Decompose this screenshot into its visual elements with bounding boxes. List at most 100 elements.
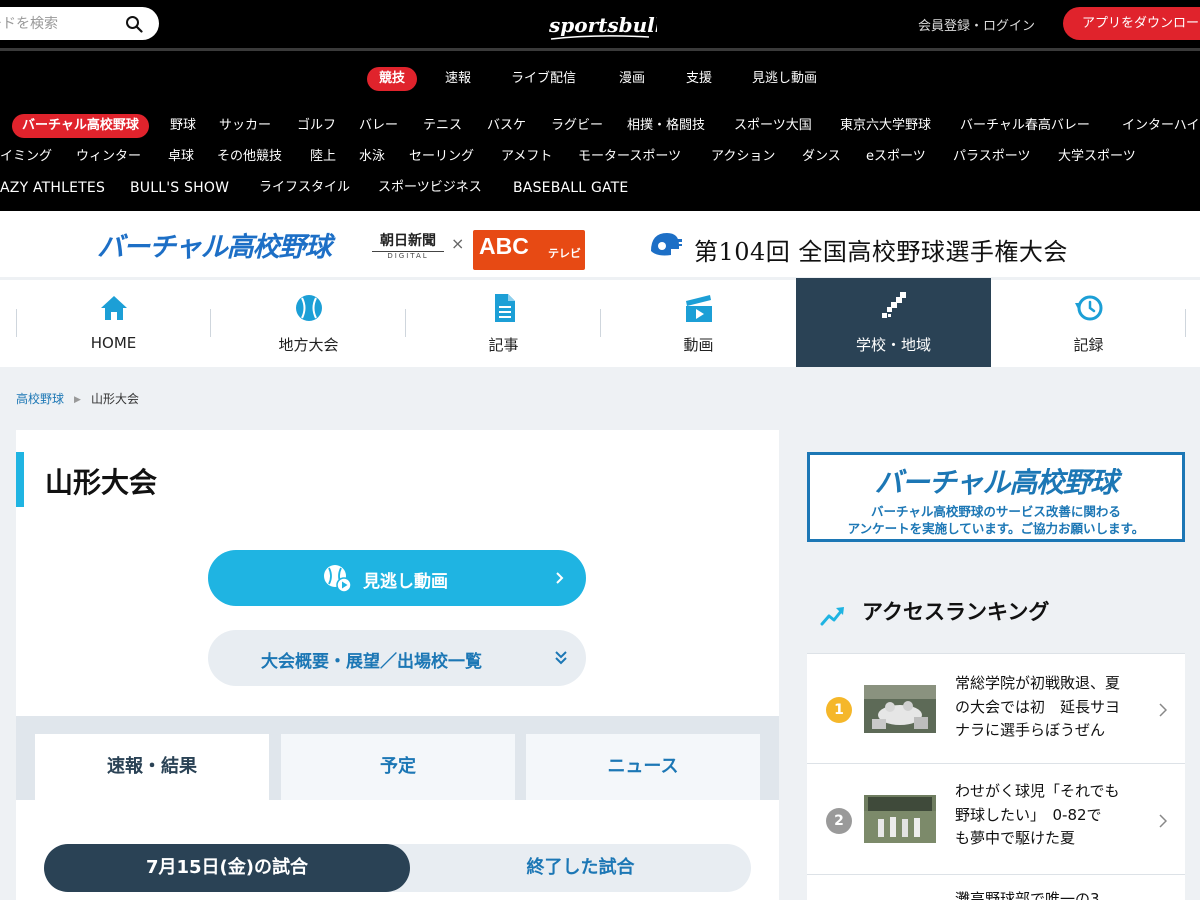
category-tokyo-big6[interactable]: 東京六大学野球 [840,114,931,138]
category-soccer[interactable]: サッカー [219,114,271,138]
home-icon [101,296,127,320]
category-motorsports[interactable]: モータースポーツ [578,145,681,169]
tab-news[interactable]: ニュース [526,734,760,800]
main-nav-item-support[interactable]: 支援 [686,67,712,91]
breadcrumb: 高校野球 ▶ 山形大会 [16,390,139,407]
missed-video-button[interactable]: 見逃し動画 [208,550,586,606]
overview-label: 大会概要・展望／出場校一覧 [261,652,482,672]
ranking-item-line: わせがく球児「それでも [955,782,1120,800]
article-thumbnail [864,685,936,733]
category-bulls-show[interactable]: BULL'S SHOW [130,176,229,200]
main-nav-item-news-flash[interactable]: 速報 [445,67,471,91]
category-rugby[interactable]: ラグビー [551,114,603,138]
tab-schedule[interactable]: 予定 [281,734,515,800]
baseball-play-icon [324,565,352,593]
title-accent-bar [16,452,24,507]
subnav-videos[interactable]: 動画 [601,280,796,367]
main-nav: 競技 速報 ライブ配信 漫画 支援 見逃し動画 [0,51,1200,101]
survey-banner[interactable]: バーチャル高校野球 バーチャル高校野球のサービス改善に関わる アンケートを実施し… [807,452,1185,542]
category-volleyball[interactable]: バレー [359,114,398,138]
category-esports[interactable]: eスポーツ [866,145,926,169]
category-virtual-koshien[interactable]: バーチャル高校野球 [12,114,149,138]
virtual-koshien-logo[interactable]: バーチャル高校野球 [97,225,332,264]
segment-finished-matches[interactable]: 終了した試合 [410,844,751,892]
category-action[interactable]: アクション [711,145,775,169]
category-lifestyle[interactable]: ライフスタイル [259,176,350,200]
subnav-schools-regions[interactable]: 学校・地域 [796,278,991,367]
search-box[interactable] [0,7,159,40]
tournament-panel: 山形大会 見逃し動画 大会概要・展望／出場校一覧 速報・結果 予定 ニュース 7… [16,430,779,900]
category-college-sports[interactable]: 大学スポーツ [1058,145,1136,169]
category-dance[interactable]: ダンス [802,145,841,169]
rank-badge: 2 [826,808,852,834]
category-golf[interactable]: ゴルフ [297,114,336,138]
category-other[interactable]: その他競技 [217,145,282,169]
category-athletics[interactable]: 陸上 [310,145,336,169]
document-icon [495,294,515,322]
top-header: sportsbull 会員登録・ログイン アプリをダウンロード [0,0,1200,48]
category-basketball[interactable]: バスケ [487,114,526,138]
asahi-logo-name: 朝日新聞 [380,233,436,249]
category-winter[interactable]: ウィンター [76,145,141,169]
category-virtual-haruko-volley[interactable]: バーチャル春高バレー [960,114,1090,138]
subnav-records-label: 記録 [1073,336,1104,354]
category-interhigh[interactable]: インターハイ [1122,114,1199,138]
subnav-records[interactable]: 記録 [991,280,1186,367]
subnav-separator [1185,309,1186,337]
category-table-tennis[interactable]: 卓球 [168,145,194,169]
category-sailing[interactable]: セーリング [409,145,474,169]
survey-banner-line2: アンケートを実施しています。ご協力お願いします。 [847,521,1145,536]
article-thumbnail [864,795,936,843]
breadcrumb-parent-link[interactable]: 高校野球 [16,392,64,406]
category-sumo-martial[interactable]: 相撲・格闘技 [627,114,705,138]
ranking-item-line: 常総学院が初戦敗退、夏 [955,674,1121,692]
category-para-sports[interactable]: パラスポーツ [953,145,1030,169]
subnav-home[interactable]: HOME [16,280,211,367]
search-icon[interactable] [125,15,143,33]
ranking-item-line: 野球したい」 0-82で [955,805,1102,824]
main-nav-item-manga[interactable]: 漫画 [619,67,645,91]
ranking-item[interactable]: 1 常総学院が初戦敗退、夏 の大会では初 延長サヨ ナラに選手らぼうぜん [807,654,1185,764]
main-nav-item-missed-video[interactable]: 見逃し動画 [752,67,817,91]
subnav-regional[interactable]: 地方大会 [211,280,406,367]
app-download-button[interactable]: アプリをダウンロード [1063,7,1200,40]
double-chevron-down-icon [555,651,567,665]
japan-map-icon [882,292,906,318]
trending-up-icon [820,607,844,626]
category-crazy-athletes[interactable]: AZY ATHLETES [0,176,105,200]
ranking-item-line: も夢中で駆けた夏 [955,829,1076,847]
category-sports-taikoku[interactable]: スポーツ大国 [734,114,812,138]
category-swimming-partial[interactable]: イミング [0,145,52,169]
tournament-title: 第104回 全国高校野球選手権大会 [694,238,1068,266]
category-swimming[interactable]: 水泳 [359,145,385,169]
search-input[interactable] [0,7,114,40]
category-sports-business[interactable]: スポーツビジネス [378,176,482,200]
category-baseball-gate[interactable]: BASEBALL GATE [513,176,628,200]
subnav-home-label: HOME [90,334,137,352]
subnav-videos-label: 動画 [683,336,714,354]
overview-button[interactable]: 大会概要・展望／出場校一覧 [208,630,586,686]
ranking-item-line: の大会では初 延長サヨ [955,697,1121,716]
ranking-item-partial[interactable]: 灘高野球部で唯一の3 [955,888,1150,900]
partner-separator: × [451,234,465,253]
category-baseball[interactable]: 野球 [170,114,196,138]
clapperboard-icon [686,295,712,322]
ranking-title: アクセスランキング [862,600,1050,624]
category-nav: バーチャル高校野球 野球 サッカー ゴルフ バレー テニス バスケ ラグビー 相… [0,101,1200,211]
segment-today-matches[interactable]: 7月15日(金)の試合 [44,844,410,892]
category-american-football[interactable]: アメフト [501,145,552,169]
main-nav-item-sports[interactable]: 競技 [367,67,418,91]
login-link[interactable]: 会員登録・ログイン [918,15,1035,34]
match-filter-segment: 7月15日(金)の試合 終了した試合 [44,844,751,892]
subnav-articles-label: 記事 [488,336,519,354]
category-tennis[interactable]: テニス [423,114,462,138]
abc-tv-logo: ABC テレビ [473,230,585,270]
subnav-articles[interactable]: 記事 [406,280,601,367]
baseball-icon [296,295,322,321]
history-clock-icon [1075,295,1103,321]
tab-results[interactable]: 速報・結果 [35,734,269,800]
ranking-item[interactable]: 2 わせがく球児「それでも 野球したい」 0-82で も夢中で駆けた夏 [807,765,1185,875]
sportsbull-logo[interactable]: sportsbull [545,6,657,44]
subnav-regional-label: 地方大会 [278,336,339,354]
main-nav-item-live[interactable]: ライブ配信 [511,67,576,91]
